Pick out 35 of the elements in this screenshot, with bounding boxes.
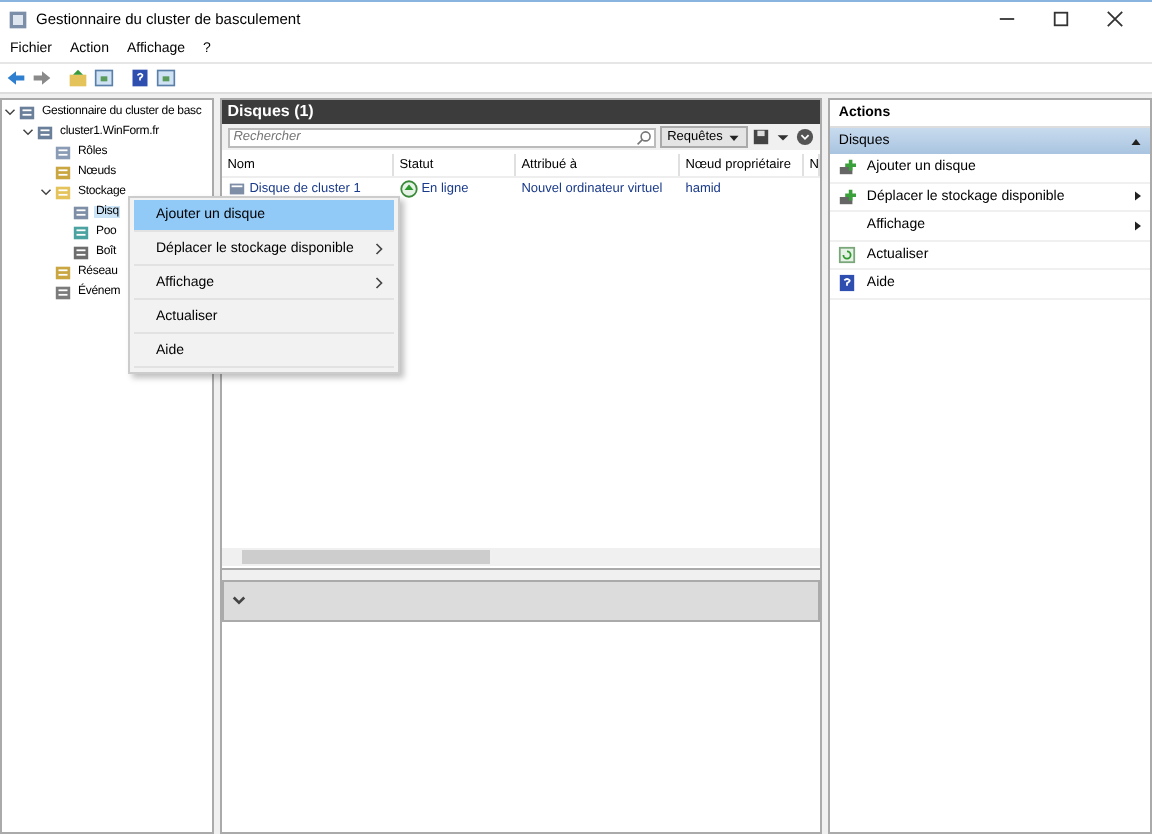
refresh-icon — [838, 245, 857, 264]
scrollbar-thumb[interactable] — [241, 550, 490, 564]
expand-chevron-icon[interactable] — [40, 186, 52, 198]
close-icon[interactable] — [1106, 10, 1124, 28]
pane-icon[interactable] — [94, 68, 114, 88]
expand-chevron-icon[interactable] — [22, 126, 34, 138]
tree-node-icon — [54, 183, 72, 201]
tree-node-icon — [54, 283, 72, 301]
chevron-down-icon[interactable] — [231, 594, 246, 608]
tree-node-icon — [72, 223, 90, 241]
save-icon[interactable] — [752, 128, 771, 146]
tree-node-icon — [18, 103, 36, 121]
expand-chevron-icon[interactable] — [4, 106, 16, 118]
tree-node-icon — [72, 203, 90, 221]
tree-node-icon — [54, 263, 72, 281]
disk-add-icon — [838, 187, 857, 206]
tree-node-icon — [72, 243, 90, 261]
back-arrow-icon[interactable] — [6, 68, 26, 88]
expand-circle-icon[interactable] — [796, 128, 815, 146]
help-icon[interactable] — [130, 68, 150, 88]
disk-add-icon — [838, 158, 857, 177]
pane-icon[interactable] — [156, 68, 176, 88]
caret-icon — [728, 131, 741, 143]
app-icon — [8, 9, 28, 29]
collapse-triangle-icon[interactable] — [1130, 135, 1142, 147]
search-icon — [635, 129, 652, 145]
tree-node-icon — [54, 143, 72, 161]
forward-arrow-icon[interactable] — [32, 68, 52, 88]
tree-node-icon — [36, 123, 54, 141]
tree-node-icon — [54, 163, 72, 181]
panel-title: Disques (1) — [221, 100, 821, 124]
folder-up-icon[interactable] — [68, 68, 88, 88]
help-icon — [838, 274, 857, 293]
maximize-icon[interactable] — [1052, 10, 1070, 28]
horizontal-scrollbar[interactable] — [221, 548, 821, 566]
